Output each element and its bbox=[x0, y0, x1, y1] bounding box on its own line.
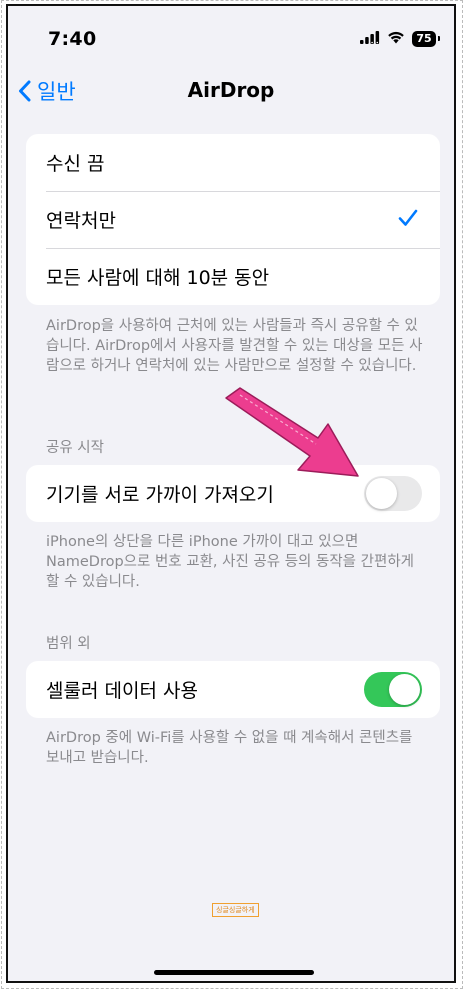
battery-icon: 75 bbox=[412, 30, 440, 47]
page-title: AirDrop bbox=[187, 78, 275, 102]
use-cellular-data-toggle[interactable] bbox=[364, 672, 422, 707]
section-header-start-sharing: 공유 시작 bbox=[46, 440, 104, 456]
status-time: 7:40 bbox=[48, 28, 97, 50]
toggle-label: 기기를 서로 가까이 가져오기 bbox=[46, 484, 274, 506]
bring-devices-together-row: 기기를 서로 가까이 가져오기 bbox=[26, 465, 440, 522]
option-receiving-off[interactable]: 수신 끔 bbox=[26, 134, 440, 191]
wifi-icon bbox=[387, 29, 405, 48]
bring-devices-together-toggle[interactable] bbox=[364, 476, 422, 511]
option-label: 모든 사람에 대해 10분 동안 bbox=[46, 267, 270, 289]
phone-screen: 7:40 75 일반 AirDrop 수신 끔 연락처만 모든 사람에 대해 1… bbox=[6, 4, 456, 983]
start-sharing-footer: iPhone의 상단을 다른 iPhone 가까이 대고 있으면 NameDro… bbox=[46, 534, 414, 590]
option-label: 수신 끔 bbox=[46, 153, 105, 175]
status-bar: 7:40 75 bbox=[8, 6, 454, 66]
start-sharing-group: 기기를 서로 가까이 가져오기 bbox=[26, 465, 440, 522]
out-of-range-group: 셀룰러 데이터 사용 bbox=[26, 661, 440, 718]
receive-options-group: 수신 끔 연락처만 모든 사람에 대해 10분 동안 bbox=[26, 134, 440, 305]
toggle-knob bbox=[389, 674, 420, 705]
option-everyone-10-min[interactable]: 모든 사람에 대해 10분 동안 bbox=[26, 248, 440, 305]
navigation-bar: 일반 AirDrop bbox=[8, 68, 454, 116]
checkmark-icon bbox=[398, 209, 418, 232]
section-header-out-of-range: 범위 외 bbox=[46, 636, 91, 652]
toggle-knob bbox=[366, 478, 397, 509]
receive-options-footer: AirDrop을 사용하여 근처에 있는 사람들과 즉시 공유할 수 있습니다.… bbox=[46, 318, 423, 374]
toggle-label: 셀룰러 데이터 사용 bbox=[46, 680, 198, 702]
signal-icon bbox=[360, 29, 380, 48]
option-label: 연락처만 bbox=[46, 210, 116, 232]
home-indicator[interactable] bbox=[154, 970, 314, 975]
use-cellular-data-row: 셀룰러 데이터 사용 bbox=[26, 661, 440, 718]
watermark-logo: 싱글싱글하게 bbox=[212, 903, 259, 917]
option-contacts-only[interactable]: 연락처만 bbox=[26, 191, 440, 248]
out-of-range-footer: AirDrop 중에 Wi-Fi를 사용할 수 없을 때 계속해서 콘텐츠를 보… bbox=[46, 730, 413, 766]
status-icons: 75 bbox=[360, 29, 440, 48]
